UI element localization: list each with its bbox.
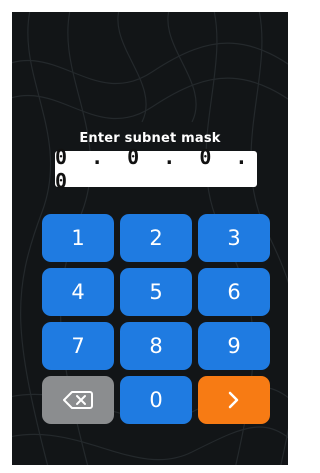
- key-3[interactable]: 3: [198, 214, 270, 262]
- key-4[interactable]: 4: [42, 268, 114, 316]
- chevron-right-icon: [228, 391, 239, 409]
- key-1[interactable]: 1: [42, 214, 114, 262]
- key-9[interactable]: 9: [198, 322, 270, 370]
- subnet-mask-prompt: Enter subnet mask: [79, 131, 221, 146]
- key-0[interactable]: 0: [120, 376, 192, 424]
- backspace-icon: [63, 391, 93, 409]
- keypad-screen: Enter subnet mask 0 . 0 . 0 . 0 1 2 3 4 …: [12, 12, 288, 465]
- key-5[interactable]: 5: [120, 268, 192, 316]
- key-7[interactable]: 7: [42, 322, 114, 370]
- key-2[interactable]: 2: [120, 214, 192, 262]
- key-6[interactable]: 6: [198, 268, 270, 316]
- next-button[interactable]: [198, 376, 270, 424]
- key-8[interactable]: 8: [120, 322, 192, 370]
- subnet-mask-input[interactable]: 0 . 0 . 0 . 0: [55, 145, 257, 193]
- backspace-button[interactable]: [42, 376, 114, 424]
